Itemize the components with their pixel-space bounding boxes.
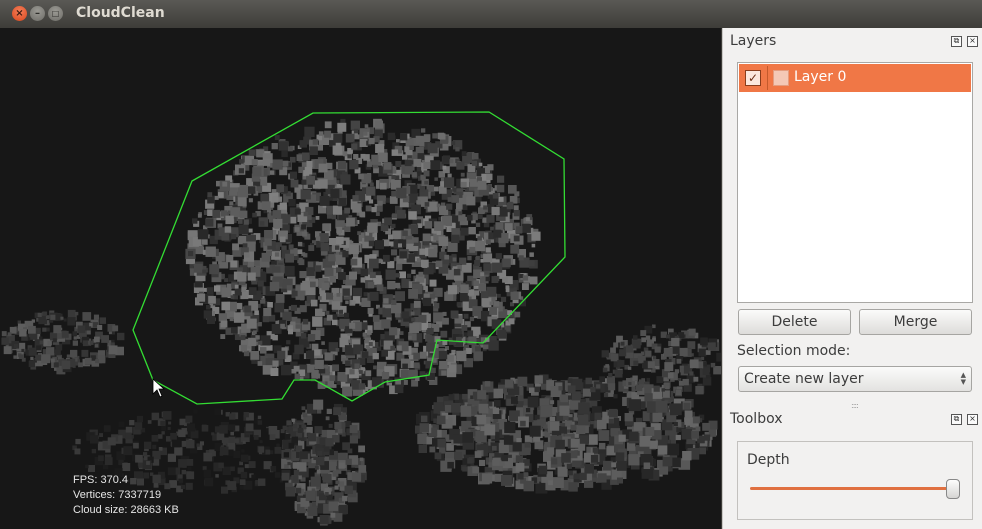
layer-name: Layer 0: [794, 69, 847, 85]
dock-float-icon[interactable]: ⧉: [951, 36, 962, 47]
depth-slider-handle[interactable]: [946, 479, 960, 499]
point-cloud-viewport[interactable]: FPS: 370.4 Vertices: 7337719 Cloud size:…: [0, 28, 721, 529]
merge-button[interactable]: Merge: [859, 309, 972, 335]
selection-mode-select[interactable]: Create new layer ▲ ▼: [738, 366, 972, 392]
layer-color-swatch: [773, 70, 789, 86]
window-title: CloudClean: [76, 5, 165, 21]
selection-mode-label: Selection mode:: [737, 343, 851, 359]
render-stats: FPS: 370.4 Vertices: 7337719 Cloud size:…: [73, 473, 179, 518]
point-cloud-render[interactable]: [0, 28, 721, 529]
mouse-cursor: [152, 378, 166, 398]
title-bar: × – □ CloudClean: [0, 0, 982, 29]
close-window-button[interactable]: ×: [12, 6, 27, 21]
toolbox-dock-title: Toolbox: [730, 411, 783, 427]
dock-close-icon[interactable]: ×: [967, 36, 978, 47]
spin-arrows-icon: ▲ ▼: [960, 371, 966, 386]
list-item-layer-0[interactable]: ✓ Layer 0: [739, 64, 971, 92]
selection-mode-value: Create new layer: [744, 371, 864, 387]
toolbox-panel: Depth: [737, 441, 973, 520]
depth-slider-track[interactable]: [750, 487, 956, 490]
dock-close-icon[interactable]: ×: [967, 414, 978, 425]
layer-visibility-checkbox[interactable]: ✓: [745, 70, 761, 86]
maximize-window-button[interactable]: □: [48, 6, 63, 21]
dock-float-icon[interactable]: ⧉: [951, 414, 962, 425]
cloud-size-readout: Cloud size: 28663 KB: [73, 504, 179, 516]
minimize-window-button[interactable]: –: [30, 6, 45, 21]
delete-button[interactable]: Delete: [738, 309, 851, 335]
layers-dock-title: Layers: [730, 33, 777, 49]
layer-list[interactable]: ✓ Layer 0: [737, 62, 973, 303]
depth-label: Depth: [747, 452, 790, 468]
vertices-readout: Vertices: 7337719: [73, 489, 162, 501]
side-panel: Layers ⧉ × ✓ Layer 0 Delete Merge Select…: [722, 28, 982, 529]
dock-splitter-handle[interactable]: ::::: [851, 401, 859, 410]
point-cloud: [1, 118, 721, 526]
column-divider: [767, 66, 768, 90]
fps-readout: FPS: 370.4: [73, 474, 129, 486]
